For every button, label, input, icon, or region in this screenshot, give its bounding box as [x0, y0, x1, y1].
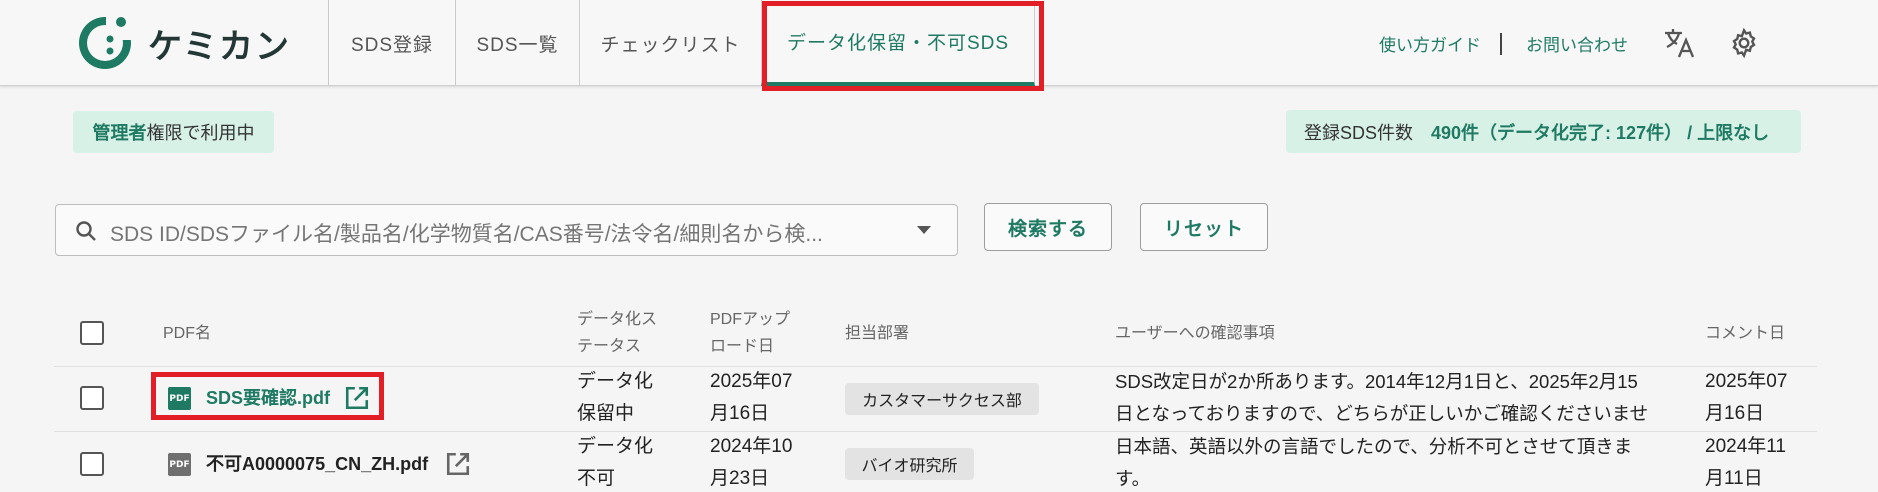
status-cell: データ化 保留中 [577, 366, 653, 430]
user-check-cell: 日本語、英語以外の言語でしたので、分析不可とさせて頂きま す。 [1115, 431, 1632, 492]
comment-date-cell: 2025年07 月16日 [1705, 366, 1787, 430]
gear-icon[interactable] [1728, 27, 1760, 59]
sds-count-value: 490件（データ化完了: 127件） / 上限なし [1431, 122, 1770, 143]
guide-link-label: 使い方ガイド [1379, 35, 1481, 55]
cell-line: SDS改定日が2か所あります。2014年12月1日と、2025年2月15 [1115, 371, 1638, 392]
select-all-checkbox[interactable] [80, 321, 104, 345]
department-label: カスタマーサクセス部 [862, 393, 1022, 410]
column-header-user-check[interactable]: ユーザーへの確認事項 [1115, 320, 1275, 347]
column-header-upload-date[interactable]: PDFアップ ロード日 [710, 306, 790, 360]
pdf-file-icon: PDF [168, 387, 191, 410]
pdf-name-link[interactable]: SDS要確認.pdf [206, 382, 330, 414]
cell-line: 不可 [577, 468, 616, 489]
reset-button-label: リセット [1163, 218, 1244, 240]
app-logo[interactable]: ケミカン [76, 14, 291, 72]
admin-badge-strong: 管理者 [92, 123, 147, 143]
status-cell: データ化 不可 [577, 431, 653, 492]
tab-label: データ化保留・不可SDS [786, 32, 1010, 54]
header-line: データ化ス [577, 311, 658, 328]
admin-badge-rest: 権限で利用中 [146, 123, 255, 143]
tab-checklist[interactable]: チェックリスト [579, 0, 761, 86]
search-button[interactable]: 検索する [984, 203, 1112, 251]
cell-line: 日となっておりますので、どちらが正しいかご確認くださいませ [1115, 403, 1649, 424]
user-check-cell: SDS改定日が2か所あります。2014年12月1日と、2025年2月15 日とな… [1115, 366, 1648, 430]
header-line: PDFアップ [710, 311, 791, 328]
column-header-status[interactable]: データ化ス テータス [577, 306, 657, 360]
pdf-file-icon: PDF [168, 453, 191, 476]
dropdown-arrow-icon[interactable] [917, 226, 931, 234]
cell-line: 月16日 [710, 403, 770, 424]
cell-line: 月16日 [1705, 403, 1765, 424]
column-header-pdf-name[interactable]: PDF名 [163, 320, 211, 347]
cell-line: す。 [1115, 468, 1151, 489]
open-external-icon[interactable] [445, 451, 471, 477]
cell-line: 2024年11 [1705, 436, 1786, 457]
app-header: ケミカン SDS登録 SDS一覧 チェックリスト データ化保留・不可SDS 使い… [0, 0, 1878, 91]
header-line: ロード日 [710, 338, 775, 355]
cell-line: 2025年07 [710, 371, 793, 392]
cell-line: 日本語、英語以外の言語でしたので、分析不可とさせて頂きま [1115, 436, 1633, 457]
department-tag: カスタマーサクセス部 [845, 383, 1039, 415]
column-header-department[interactable]: 担当部署 [845, 320, 909, 347]
tab-label: SDS一覧 [476, 34, 559, 56]
sds-count-badge: 登録SDS件数 490件（データ化完了: 127件） / 上限なし [1286, 110, 1801, 153]
search-button-label: 検索する [1007, 218, 1088, 240]
admin-permission-badge: 管理者 権限で利用中 [73, 111, 274, 153]
cell-line: データ化 [577, 436, 654, 457]
upload-date-cell: 2025年07 月16日 [710, 366, 792, 430]
department-label: バイオ研究所 [861, 458, 958, 475]
sds-count-label: 登録SDS件数 [1304, 122, 1414, 143]
row-checkbox[interactable] [80, 452, 104, 476]
main-nav: SDS登録 SDS一覧 チェックリスト データ化保留・不可SDS [328, 0, 1035, 86]
pdf-name-text[interactable]: 不可A0000075_CN_ZH.pdf [206, 448, 428, 480]
search-icon [74, 219, 98, 243]
cell-line: 月23日 [710, 468, 770, 489]
reset-button[interactable]: リセット [1140, 203, 1268, 251]
cell-line: 保留中 [577, 403, 635, 424]
logo-mark-icon [76, 14, 134, 72]
cell-line: 2024年10 [710, 436, 793, 457]
cell-line: 2025年07 [1705, 371, 1788, 392]
translate-icon[interactable] [1662, 26, 1696, 60]
open-external-icon[interactable] [344, 385, 370, 411]
row-checkbox[interactable] [80, 386, 104, 410]
department-tag: バイオ研究所 [845, 448, 974, 480]
cell-line: データ化 [577, 371, 654, 392]
tab-label: チェックリスト [600, 34, 741, 56]
contact-link[interactable]: お問い合わせ [1526, 0, 1628, 86]
logo-text: ケミカン [148, 26, 291, 67]
search-input[interactable]: SDS ID/SDSファイル名/製品名/化学物質名/CAS番号/法令名/細則名か… [55, 204, 958, 256]
tab-sds-list[interactable]: SDS一覧 [455, 0, 579, 86]
tab-label: SDS登録 [350, 34, 434, 56]
header-line: テータス [577, 338, 642, 355]
header-divider [1500, 33, 1502, 55]
comment-date-cell: 2024年11 月11日 [1705, 431, 1786, 492]
tab-sds-register[interactable]: SDS登録 [328, 0, 455, 86]
upload-date-cell: 2024年10 月23日 [710, 431, 792, 492]
search-placeholder: SDS ID/SDSファイル名/製品名/化学物質名/CAS番号/法令名/細則名か… [110, 223, 823, 246]
cell-line: 月11日 [1705, 468, 1763, 489]
guide-link[interactable]: 使い方ガイド [1379, 0, 1481, 86]
column-header-comment-date[interactable]: コメント日 [1705, 320, 1785, 347]
contact-link-label: お問い合わせ [1526, 35, 1628, 55]
tab-data-hold-unavailable-sds[interactable]: データ化保留・不可SDS [761, 0, 1035, 86]
